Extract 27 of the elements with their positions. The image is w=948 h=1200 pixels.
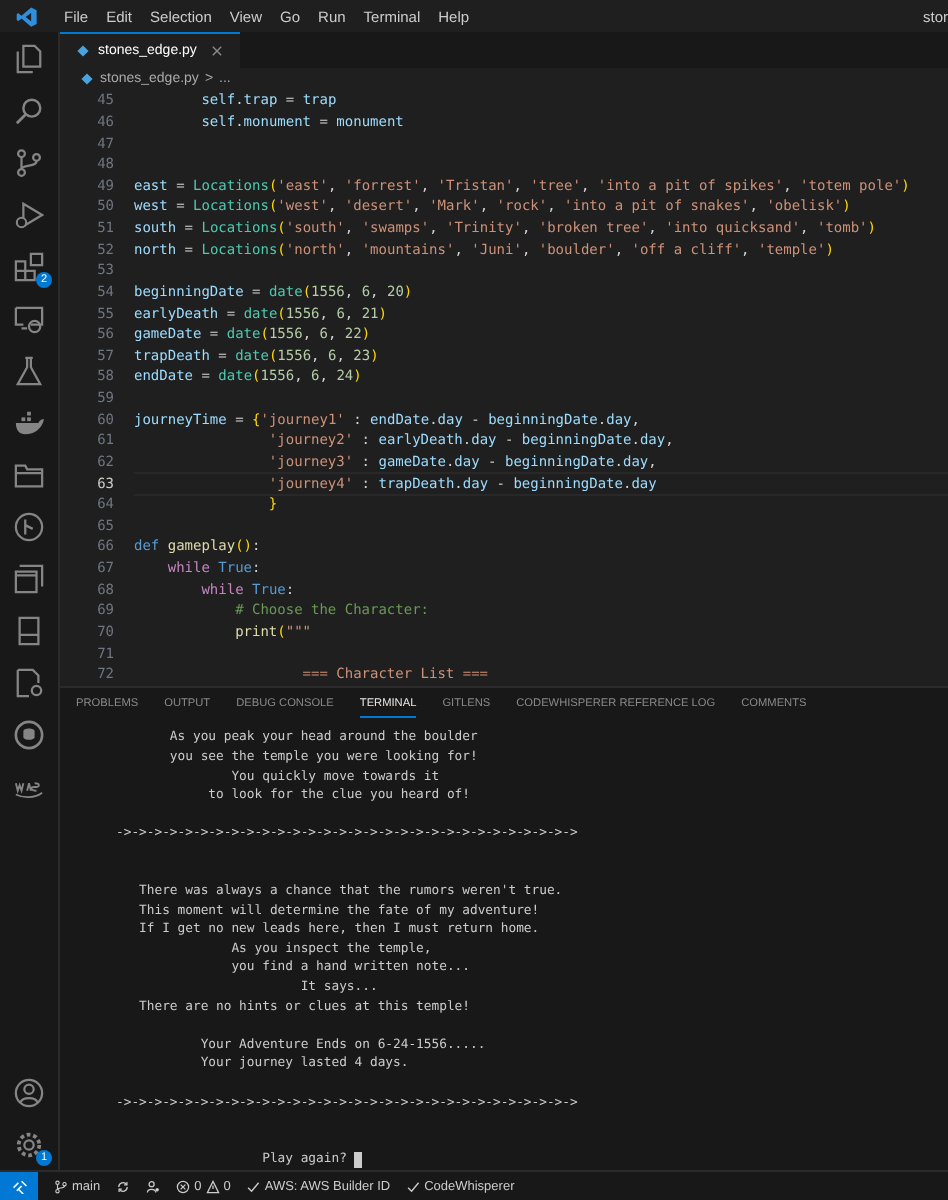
close-icon[interactable] [210,44,225,58]
extensions-icon[interactable] [14,251,44,281]
error-icon [176,1179,191,1193]
monitor-icon[interactable] [14,303,44,333]
sync-icon[interactable] [116,1179,131,1193]
check-icon [406,1179,421,1193]
app-logo-icon [16,5,38,27]
flask-icon[interactable] [14,355,44,385]
settings-icon[interactable] [14,1129,44,1159]
branch-icon [54,1179,68,1193]
files-icon[interactable] [14,43,44,73]
warning-icon [205,1179,220,1193]
branch-icon[interactable] [14,147,44,177]
check-icon [246,1179,261,1193]
text-cursor [354,1152,363,1169]
run-debug-icon[interactable] [14,199,44,229]
windows-icon[interactable] [14,563,44,593]
search-icon[interactable] [14,95,44,125]
user-gear-icon[interactable] [146,1179,161,1193]
remote-icon [11,1178,27,1194]
book-icon[interactable] [14,615,44,645]
account-icon[interactable] [14,1077,44,1107]
remote-button[interactable] [0,1172,38,1200]
whale-icon[interactable] [14,407,44,437]
document-gear-icon[interactable] [14,667,44,697]
commit-graph-icon[interactable] [14,511,44,541]
folder-icon[interactable] [14,459,44,489]
